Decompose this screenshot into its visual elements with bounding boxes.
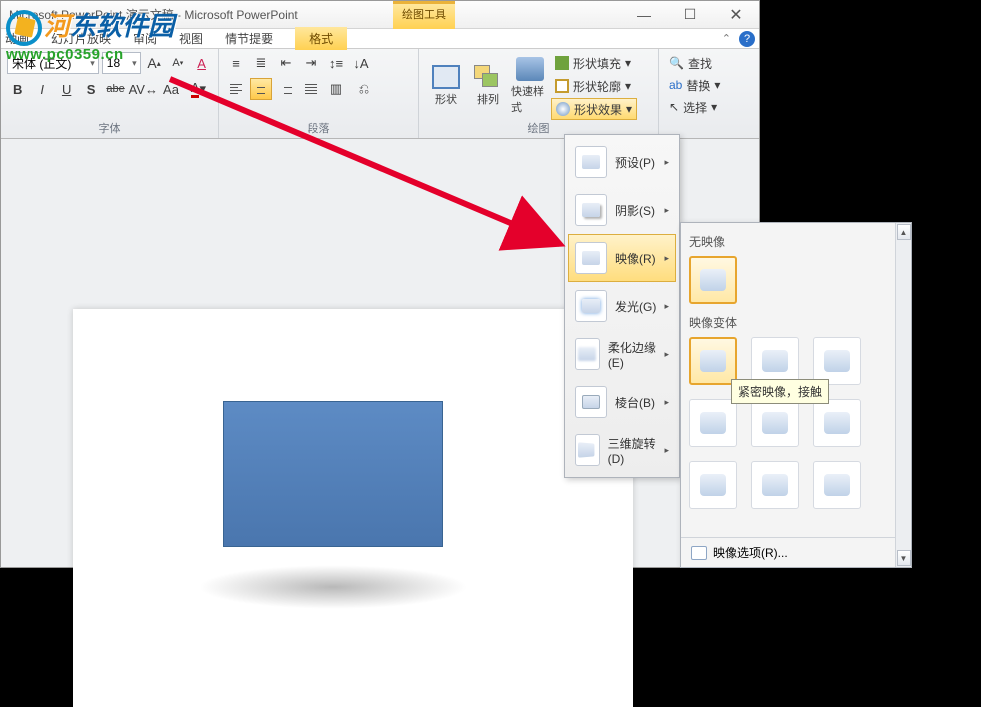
replace-icon: ab: [669, 78, 682, 92]
effect-softedge[interactable]: 柔化边缘(E)▸: [568, 330, 676, 378]
reflection-options[interactable]: 映像选项(R)...: [681, 537, 895, 567]
select-icon: ↖: [669, 100, 679, 114]
align-right-button[interactable]: [275, 78, 297, 100]
reflection-gallery: 无映像 映像变体 紧密映像，接触 ▲ ▼ 映像选项(R)...: [680, 222, 912, 568]
effect-glow[interactable]: 发光(G)▸: [568, 282, 676, 330]
effect-shadow[interactable]: 阴影(S)▸: [568, 186, 676, 234]
reflection-tooltip: 紧密映像，接触: [731, 379, 829, 404]
minimize-button[interactable]: —: [621, 1, 667, 29]
reflect-variant-8[interactable]: [751, 461, 799, 509]
grow-font-icon[interactable]: A▴: [144, 52, 165, 74]
find-button[interactable]: 🔍查找: [665, 52, 733, 74]
shapes-icon: [432, 65, 460, 89]
text-direction-icon[interactable]: ↓A: [350, 52, 372, 74]
ribbon: 宋体 (正文) 18 A▴ A▾ A B I U S abe AV↔ Aa A▾…: [1, 49, 759, 139]
quickstyle-icon: [516, 57, 544, 81]
effects-icon: [556, 102, 570, 116]
align-justify-button[interactable]: [300, 78, 322, 100]
shape-outline-button[interactable]: 形状轮廓 ▾: [551, 75, 637, 97]
bold-button[interactable]: B: [7, 78, 28, 100]
select-button[interactable]: ↖选择 ▾: [665, 96, 733, 118]
gallery-scrollbar[interactable]: ▲ ▼: [895, 223, 911, 567]
reflect-variant-5[interactable]: [751, 399, 799, 447]
shrink-font-icon[interactable]: A▾: [167, 52, 188, 74]
reflect-variant-6[interactable]: [813, 399, 861, 447]
strike-button[interactable]: abe: [105, 78, 126, 100]
columns-icon[interactable]: ▥: [325, 78, 347, 100]
font-size-combo[interactable]: 18: [102, 52, 141, 74]
group-paragraph: ≡ ≣ ⇤ ⇥ ↕≡ ↓A ▥ ⎌ 段落: [219, 49, 419, 138]
shapes-button[interactable]: 形状: [425, 52, 467, 120]
align-center-button[interactable]: [250, 78, 272, 100]
replace-button[interactable]: ab替换 ▾: [665, 74, 733, 96]
effect-3drotation[interactable]: 三维旋转(D)▸: [568, 426, 676, 474]
tab-animation[interactable]: 动画: [5, 30, 29, 47]
context-tab-group[interactable]: 绘图工具: [393, 1, 455, 29]
group-font: 宋体 (正文) 18 A▴ A▾ A B I U S abe AV↔ Aa A▾…: [1, 49, 219, 138]
maximize-button[interactable]: ☐: [667, 1, 713, 29]
clear-format-icon[interactable]: A: [191, 52, 212, 74]
indent-dec-icon[interactable]: ⇤: [275, 52, 297, 74]
shape-shadow: [198, 565, 468, 609]
tab-format[interactable]: 格式: [295, 27, 347, 50]
font-color-button[interactable]: A▾: [185, 78, 212, 100]
help-icon[interactable]: ?: [739, 31, 755, 47]
reflect-variant-7[interactable]: [689, 461, 737, 509]
indent-inc-icon[interactable]: ⇥: [300, 52, 322, 74]
bucket-icon: [555, 56, 569, 70]
reflection-options-label: 映像选项(R)...: [713, 544, 788, 561]
effect-preset[interactable]: 预设(P)▸: [568, 138, 676, 186]
reflect-variant-1[interactable]: [689, 337, 737, 385]
reflect-variant-9[interactable]: [813, 461, 861, 509]
options-icon: [691, 546, 707, 560]
line-spacing-icon[interactable]: ↕≡: [325, 52, 347, 74]
shape-effects-button[interactable]: 形状效果 ▾: [551, 98, 637, 120]
spacing-button[interactable]: AV↔: [129, 78, 157, 100]
reflection-variants-label: 映像变体: [689, 314, 887, 331]
arrange-icon: [474, 65, 502, 89]
find-icon: 🔍: [669, 56, 684, 70]
bullets-icon[interactable]: ≡: [225, 52, 247, 74]
align-left-button[interactable]: [225, 78, 247, 100]
group-font-label: 字体: [1, 120, 218, 136]
reflect-variant-2[interactable]: [751, 337, 799, 385]
change-case-button[interactable]: Aa: [160, 78, 181, 100]
tab-storyboard[interactable]: 情节提要: [225, 30, 273, 47]
window-title: Microsoft PowerPoint 演示文稿 - Microsoft Po…: [1, 6, 621, 23]
effect-reflection[interactable]: 映像(R)▸: [568, 234, 676, 282]
no-reflection-label: 无映像: [689, 233, 887, 250]
smartart-icon[interactable]: ⎌: [350, 78, 378, 100]
ribbon-collapse-icon[interactable]: ⌃: [722, 32, 731, 45]
reflect-variant-4[interactable]: [689, 399, 737, 447]
reflect-variant-3[interactable]: [813, 337, 861, 385]
italic-button[interactable]: I: [31, 78, 52, 100]
ribbon-tabs: 动画 幻灯片放映 审阅 视图 情节提要 格式 ⌃ ?: [1, 29, 759, 49]
font-name-combo[interactable]: 宋体 (正文): [7, 52, 99, 74]
titlebar: Microsoft PowerPoint 演示文稿 - Microsoft Po…: [1, 1, 759, 29]
group-editing: 🔍查找 ab替换 ▾ ↖选择 ▾: [659, 49, 739, 138]
tab-view[interactable]: 视图: [179, 30, 203, 47]
rectangle-shape[interactable]: [223, 401, 443, 547]
underline-button[interactable]: U: [56, 78, 77, 100]
numbering-icon[interactable]: ≣: [250, 52, 272, 74]
quickstyles-button[interactable]: 快速样式: [509, 52, 551, 120]
scroll-up-icon[interactable]: ▲: [897, 224, 911, 240]
shape-fill-button[interactable]: 形状填充 ▾: [551, 52, 637, 74]
tab-review[interactable]: 审阅: [133, 30, 157, 47]
slide-canvas[interactable]: [73, 309, 633, 707]
scroll-down-icon[interactable]: ▼: [897, 550, 911, 566]
group-para-label: 段落: [219, 120, 418, 136]
pen-icon: [555, 79, 569, 93]
context-group-label: 绘图工具: [393, 6, 455, 22]
arrange-button[interactable]: 排列: [467, 52, 509, 120]
reflection-none[interactable]: [689, 256, 737, 304]
effect-bevel[interactable]: 棱台(B)▸: [568, 378, 676, 426]
close-button[interactable]: ✕: [713, 1, 759, 29]
shadow-text-button[interactable]: S: [80, 78, 101, 100]
group-drawing: 形状 排列 快速样式 形状填充 ▾ 形状轮廓 ▾ 形状效果 ▾ 绘图: [419, 49, 659, 138]
shape-effects-menu: 预设(P)▸ 阴影(S)▸ 映像(R)▸ 发光(G)▸ 柔化边缘(E)▸ 棱台(…: [564, 134, 680, 478]
tab-slideshow[interactable]: 幻灯片放映: [51, 30, 111, 47]
